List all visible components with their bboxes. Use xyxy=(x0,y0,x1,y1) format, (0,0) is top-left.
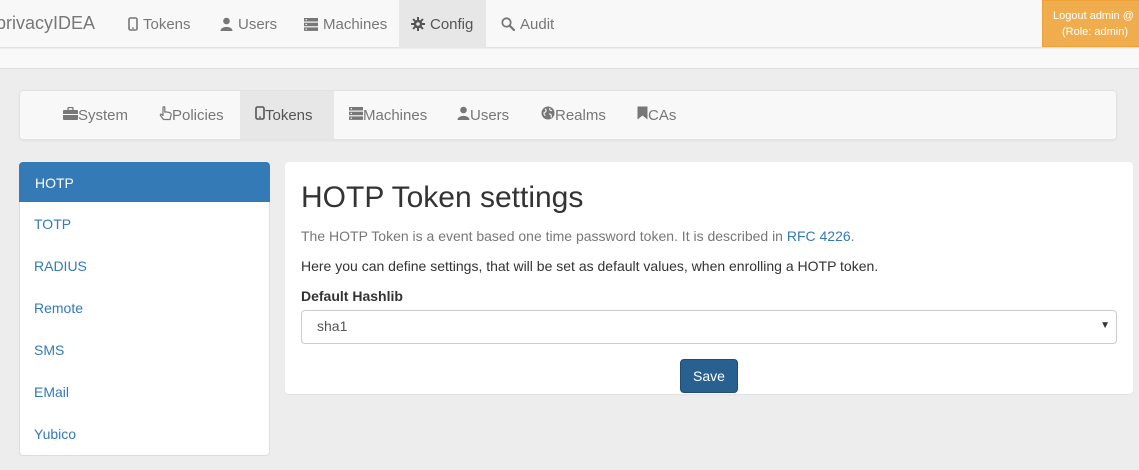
nav-audit-label: Audit xyxy=(520,15,555,33)
phone-icon xyxy=(128,17,138,31)
nav-tokens-label: Tokens xyxy=(143,15,191,33)
list-item-hotp[interactable]: HOTP xyxy=(19,162,270,202)
user-icon xyxy=(220,17,233,31)
nav-config[interactable]: Config xyxy=(399,0,486,48)
server-icon xyxy=(349,106,363,124)
hashlib-label: Default Hashlib xyxy=(301,288,403,304)
bookmark-icon xyxy=(637,106,648,124)
subnav-users-label: Users xyxy=(470,106,510,124)
nav-tokens[interactable]: Tokens xyxy=(116,0,203,48)
subnav-tokens[interactable]: Tokens xyxy=(240,91,334,139)
page-title: HOTP Token settings xyxy=(301,181,584,214)
nav-users-label: Users xyxy=(238,15,278,33)
header-divider xyxy=(0,49,1139,69)
list-item-yubico[interactable]: Yubico xyxy=(19,414,270,454)
subnav-cas[interactable]: CAs xyxy=(622,91,691,139)
list-item-radius[interactable]: RADIUS xyxy=(19,246,270,286)
hashlib-value: sha1 xyxy=(317,318,348,334)
list-item-sms[interactable]: SMS xyxy=(19,330,270,370)
subnav-system-label: System xyxy=(78,106,129,124)
token-type-list: HOTP TOTP RADIUS Remote SMS EMail Yubico xyxy=(19,162,270,456)
nav-machines[interactable]: Machines xyxy=(292,0,399,48)
subnav-cas-label: CAs xyxy=(648,106,677,124)
subnav-realms-label: Realms xyxy=(555,106,606,124)
hotp-settings-panel: HOTP Token settings The HOTP Token is a … xyxy=(285,162,1133,394)
subnav-policies[interactable]: Policies xyxy=(144,91,239,139)
nav-machines-label: Machines xyxy=(323,15,388,33)
subnav-machines-label: Machines xyxy=(363,106,428,124)
list-item-totp[interactable]: TOTP xyxy=(19,204,270,244)
subnav-machines[interactable]: Machines xyxy=(334,91,442,139)
info-text: Here you can define settings, that will … xyxy=(301,258,879,274)
subnav-policies-label: Policies xyxy=(172,106,224,124)
config-subnav: System Policies Tokens Machines Users Re… xyxy=(19,90,1117,140)
globe-icon xyxy=(541,106,555,124)
phone-icon xyxy=(255,106,265,124)
description-end: . xyxy=(850,228,855,244)
server-icon xyxy=(304,17,318,31)
subnav-realms[interactable]: Realms xyxy=(526,91,621,139)
nav-users[interactable]: Users xyxy=(208,0,289,48)
user-icon xyxy=(457,106,470,124)
logout-button[interactable]: Logout admin @ (Role: admin) xyxy=(1042,0,1139,47)
list-item-email[interactable]: EMail xyxy=(19,372,270,412)
rfc-link[interactable]: RFC 4226 xyxy=(787,228,851,244)
brand-logo[interactable]: privacyIDEA xyxy=(0,13,95,34)
top-navbar: privacyIDEA Tokens Users Machines Config… xyxy=(0,0,1139,48)
subnav-system[interactable]: System xyxy=(48,91,143,139)
logout-label: Logout admin @ xyxy=(1053,10,1134,22)
subnav-users[interactable]: Users xyxy=(442,91,524,139)
gear-icon xyxy=(411,17,425,31)
save-button[interactable]: Save xyxy=(680,359,738,393)
list-item-remote[interactable]: Remote xyxy=(19,288,270,328)
role-label: (Role: admin) xyxy=(1062,26,1129,38)
hand-icon xyxy=(159,105,172,125)
subnav-tokens-label: Tokens xyxy=(265,106,313,124)
nav-config-label: Config xyxy=(430,15,474,33)
hashlib-select[interactable]: sha1 ▼ xyxy=(301,310,1117,344)
caret-down-icon: ▼ xyxy=(1100,320,1110,331)
nav-audit[interactable]: Audit xyxy=(489,0,566,48)
description-text: The HOTP Token is a event based one time… xyxy=(301,228,855,244)
description-main: The HOTP Token is a event based one time… xyxy=(301,228,787,244)
search-icon xyxy=(501,17,515,31)
briefcase-icon xyxy=(63,106,78,124)
